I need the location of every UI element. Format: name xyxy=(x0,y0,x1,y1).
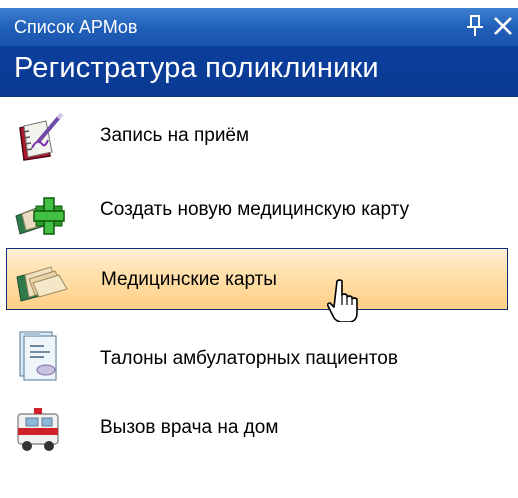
section-header: Регистратура поликлиники xyxy=(0,46,518,97)
medical-cards-icon xyxy=(15,255,69,305)
hand-cursor-icon xyxy=(326,278,362,323)
arm-item-outpatient-coupons[interactable]: Талоны амбулаторных пациентов xyxy=(6,326,508,388)
pin-icon[interactable] xyxy=(464,13,486,39)
arm-item-medical-cards[interactable]: Медицинские карты xyxy=(6,248,508,310)
arm-item-label: Талоны амбулаторных пациентов xyxy=(100,348,398,369)
appointment-book-icon xyxy=(14,112,68,162)
arm-item-appointment[interactable]: Запись на приём xyxy=(6,108,508,164)
arm-item-label: Запись на приём xyxy=(100,125,250,146)
top-strip xyxy=(0,0,518,8)
new-medical-card-icon xyxy=(14,186,68,236)
panel-title: Список АРМов xyxy=(14,17,138,37)
ambulance-icon xyxy=(14,404,68,454)
outpatient-coupons-icon xyxy=(14,328,68,381)
arm-list-panel: Список АРМов Регистратура поликлиники За… xyxy=(0,8,518,498)
arm-item-label: Вызов врача на дом xyxy=(100,417,279,438)
section-title: Регистратура поликлиники xyxy=(14,52,379,84)
panel-titlebar: Список АРМов xyxy=(0,8,518,46)
arm-item-label: Медицинские карты xyxy=(101,269,277,290)
arm-item-new-card[interactable]: Создать новую медицинскую карту xyxy=(6,182,508,238)
arm-item-label: Создать новую медицинскую карту xyxy=(100,199,410,220)
close-icon[interactable] xyxy=(490,13,516,39)
arm-item-house-call[interactable]: Вызов врача на дом xyxy=(6,400,508,462)
